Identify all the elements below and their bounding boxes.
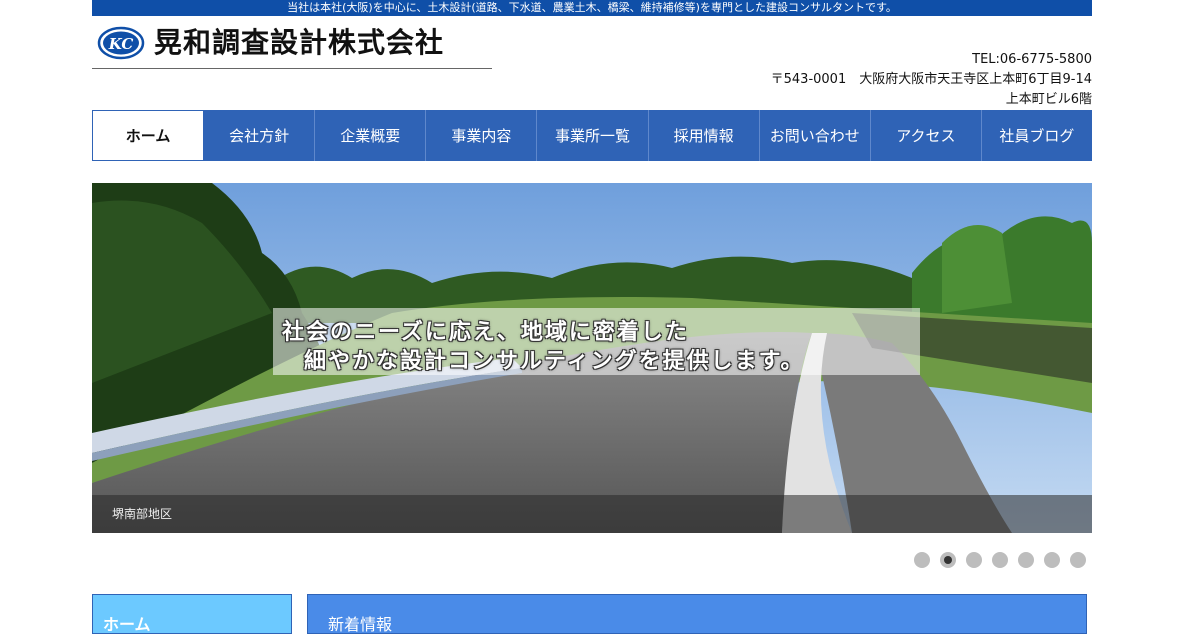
nav-item-offices[interactable]: 事業所一覧 [537, 110, 649, 161]
slide-caption-line-2: 細やかな設計コンサルティングを提供します。 [304, 349, 805, 374]
news-section: 新着情報 [307, 594, 1087, 634]
nav-item-company-policy[interactable]: 会社方針 [204, 110, 316, 161]
main-navigation: ホーム 会社方針 企業概要 事業内容 事業所一覧 採用情報 お問い合わせ アクセ… [92, 110, 1092, 161]
site-header: KC 晃和調査設計株式会社 TEL:06-6775-5800 〒543-0001… [92, 18, 1092, 108]
company-name: 晃和調査設計株式会社 [154, 26, 445, 59]
slide-label-bar [92, 495, 1092, 533]
sidebar-title[interactable]: ホーム [103, 611, 151, 635]
slider-dot-2[interactable] [940, 552, 956, 568]
phone-number: TEL:06-6775-5800 [972, 52, 1092, 67]
slide-caption-line-1: 社会のニーズに応え、地域に密着した [282, 320, 689, 345]
nav-item-recruit[interactable]: 採用情報 [649, 110, 760, 161]
company-logo[interactable]: KC 晃和調査設計株式会社 [92, 24, 492, 69]
nav-item-company-overview[interactable]: 企業概要 [315, 110, 427, 161]
nav-item-contact[interactable]: お問い合わせ [760, 110, 871, 161]
slider-dot-7[interactable] [1070, 552, 1086, 568]
slide-label: 堺南部地区 [112, 507, 173, 521]
nav-item-blog[interactable]: 社員ブログ [982, 110, 1092, 161]
company-logo-icon: KC [97, 26, 145, 60]
hero-slider[interactable]: 社会のニーズに応え、地域に密着した 細やかな設計コンサルティングを提供します。 … [92, 183, 1092, 533]
slider-dot-5[interactable] [1018, 552, 1034, 568]
address-line-1: 〒543-0001 大阪府大阪市天王寺区上本町6丁目9-14 [770, 72, 1092, 87]
slider-dot-1[interactable] [914, 552, 930, 568]
nav-item-access[interactable]: アクセス [871, 110, 982, 161]
logo-mark-text: KC [108, 35, 134, 53]
news-title: 新着情報 [328, 615, 393, 634]
top-announcement-text: 当社は本社(大阪)を中心に、土木設計(道路、下水道、農業土木、橋梁、維持補修等)… [287, 1, 897, 14]
top-announcement-bar: 当社は本社(大阪)を中心に、土木設計(道路、下水道、農業土木、橋梁、維持補修等)… [92, 0, 1092, 16]
slider-pagination [914, 552, 1086, 568]
sidebar-menu-box: ホーム [92, 594, 292, 634]
address-line-2: 上本町ビル6階 [1005, 92, 1092, 107]
nav-item-home[interactable]: ホーム [92, 110, 205, 161]
slider-dot-3[interactable] [966, 552, 982, 568]
contact-info: TEL:06-6775-5800 〒543-0001 大阪府大阪市天王寺区上本町… [771, 50, 1092, 110]
slider-dot-6[interactable] [1044, 552, 1060, 568]
nav-item-business[interactable]: 事業内容 [426, 110, 538, 161]
slider-dot-4[interactable] [992, 552, 1008, 568]
